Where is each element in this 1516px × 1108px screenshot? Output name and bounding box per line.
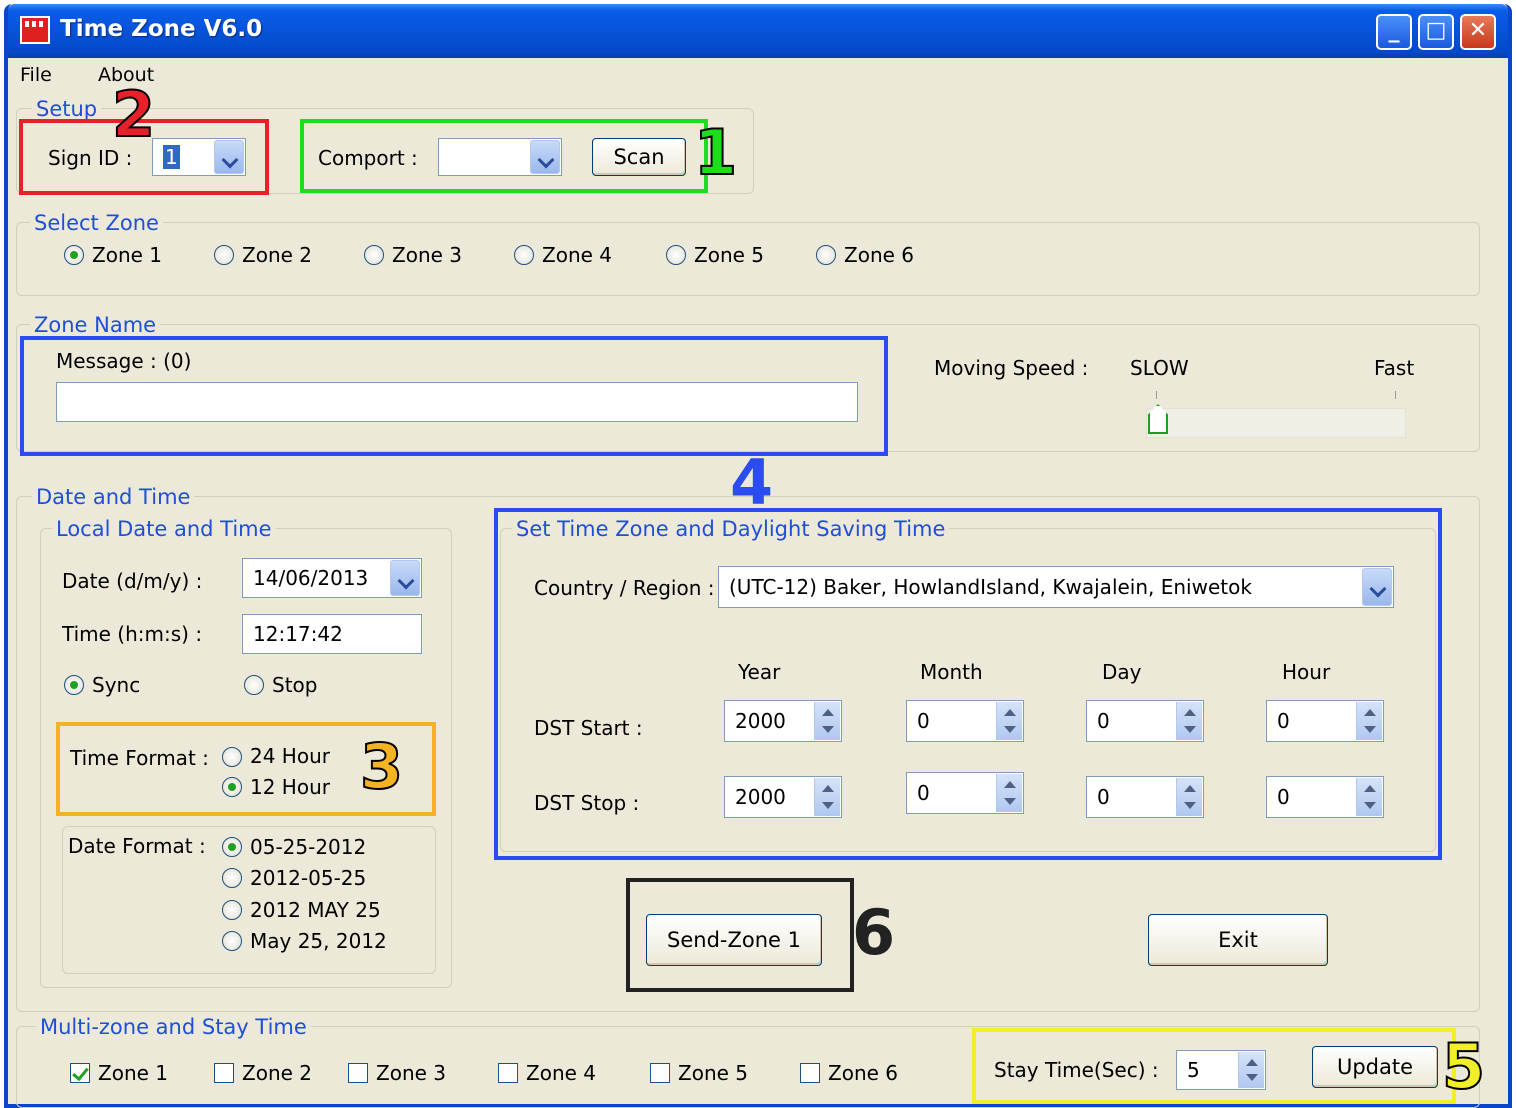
date-time-title: Date and Time bbox=[32, 485, 195, 509]
app-sign-icon bbox=[20, 16, 50, 44]
exit-button[interactable]: Exit bbox=[1148, 914, 1328, 966]
local-date-time-title: Local Date and Time bbox=[52, 517, 276, 541]
multizone-title: Multi-zone and Stay Time bbox=[36, 1015, 311, 1039]
stop-label: Stop bbox=[272, 673, 318, 697]
close-icon[interactable]: ✕ bbox=[1460, 14, 1496, 50]
mz-zone-5-checkbox[interactable] bbox=[650, 1063, 670, 1083]
sync-label: Sync bbox=[92, 673, 141, 697]
date-format-2-radio[interactable] bbox=[222, 868, 242, 888]
annotation-6: 6 bbox=[852, 896, 896, 969]
highlight-stay-time bbox=[972, 1028, 1456, 1104]
maximize-icon[interactable]: □ bbox=[1418, 14, 1454, 50]
zone-1-radio[interactable] bbox=[64, 245, 84, 265]
zone-5-radio[interactable] bbox=[666, 245, 686, 265]
annotation-3: 3 bbox=[359, 729, 404, 804]
date-format-1-label: 05-25-2012 bbox=[250, 835, 367, 859]
date-format-3-radio[interactable] bbox=[222, 900, 242, 920]
highlight-comport bbox=[300, 119, 708, 193]
mz-zone-3-label: Zone 3 bbox=[376, 1061, 446, 1085]
speed-slow-label: SLOW bbox=[1130, 356, 1189, 380]
chevron-down-icon[interactable] bbox=[390, 560, 420, 596]
zone-6-label: Zone 6 bbox=[844, 243, 914, 267]
zone-1-label: Zone 1 bbox=[92, 243, 162, 267]
annotation-1: 1 bbox=[693, 115, 738, 190]
date-format-3-label: 2012 MAY 25 bbox=[250, 898, 381, 922]
annotation-5: 5 bbox=[1441, 1029, 1486, 1104]
annotation-2: 2 bbox=[111, 77, 156, 152]
mz-zone-4-label: Zone 4 bbox=[526, 1061, 596, 1085]
date-label: Date (d/m/y) : bbox=[62, 569, 203, 593]
mz-zone-6-checkbox[interactable] bbox=[800, 1063, 820, 1083]
zone-4-radio[interactable] bbox=[514, 245, 534, 265]
zone-3-radio[interactable] bbox=[364, 245, 384, 265]
minimize-icon[interactable]: _ bbox=[1376, 14, 1412, 50]
stop-radio[interactable] bbox=[244, 675, 264, 695]
highlight-message bbox=[20, 336, 888, 456]
date-format-label: Date Format : bbox=[68, 834, 206, 858]
mz-zone-2-label: Zone 2 bbox=[242, 1061, 312, 1085]
date-format-1-radio[interactable] bbox=[222, 837, 242, 857]
zone-2-label: Zone 2 bbox=[242, 243, 312, 267]
mz-zone-6-label: Zone 6 bbox=[828, 1061, 898, 1085]
menu-bar: File About bbox=[8, 58, 1508, 92]
speed-slider[interactable] bbox=[1146, 408, 1406, 438]
highlight-send bbox=[626, 878, 854, 992]
speed-fast-label: Fast bbox=[1374, 356, 1415, 380]
time-input[interactable]: 12:17:42 bbox=[242, 614, 422, 654]
highlight-dst bbox=[494, 508, 1442, 860]
date-format-4-radio[interactable] bbox=[222, 931, 242, 951]
zone-4-label: Zone 4 bbox=[542, 243, 612, 267]
mz-zone-1-label: Zone 1 bbox=[98, 1061, 168, 1085]
date-format-2-label: 2012-05-25 bbox=[250, 866, 367, 890]
date-value: 14/06/2013 bbox=[253, 566, 369, 590]
annotation-4: 4 bbox=[730, 446, 774, 519]
date-picker[interactable]: 14/06/2013 bbox=[242, 558, 422, 598]
date-format-4-label: May 25, 2012 bbox=[250, 929, 387, 953]
time-label: Time (h:m:s) : bbox=[62, 622, 203, 646]
moving-speed-label: Moving Speed : bbox=[934, 356, 1089, 380]
title-bar[interactable]: Time Zone V6.0 _ □ ✕ bbox=[8, 4, 1508, 58]
window-title: Time Zone V6.0 bbox=[60, 16, 263, 42]
zone-6-radio[interactable] bbox=[816, 245, 836, 265]
sync-radio[interactable] bbox=[64, 675, 84, 695]
mz-zone-1-checkbox[interactable] bbox=[70, 1063, 90, 1083]
mz-zone-4-checkbox[interactable] bbox=[498, 1063, 518, 1083]
menu-file[interactable]: File bbox=[20, 64, 52, 86]
zone-3-label: Zone 3 bbox=[392, 243, 462, 267]
zone-2-radio[interactable] bbox=[214, 245, 234, 265]
select-zone-title: Select Zone bbox=[30, 211, 163, 235]
zone-name-title: Zone Name bbox=[30, 313, 161, 337]
slider-tick-max bbox=[1395, 391, 1396, 399]
mz-zone-2-checkbox[interactable] bbox=[214, 1063, 234, 1083]
slider-tick-min bbox=[1156, 391, 1157, 399]
mz-zone-5-label: Zone 5 bbox=[678, 1061, 748, 1085]
mz-zone-3-checkbox[interactable] bbox=[348, 1063, 368, 1083]
setup-title: Setup bbox=[32, 97, 102, 121]
zone-5-label: Zone 5 bbox=[694, 243, 764, 267]
